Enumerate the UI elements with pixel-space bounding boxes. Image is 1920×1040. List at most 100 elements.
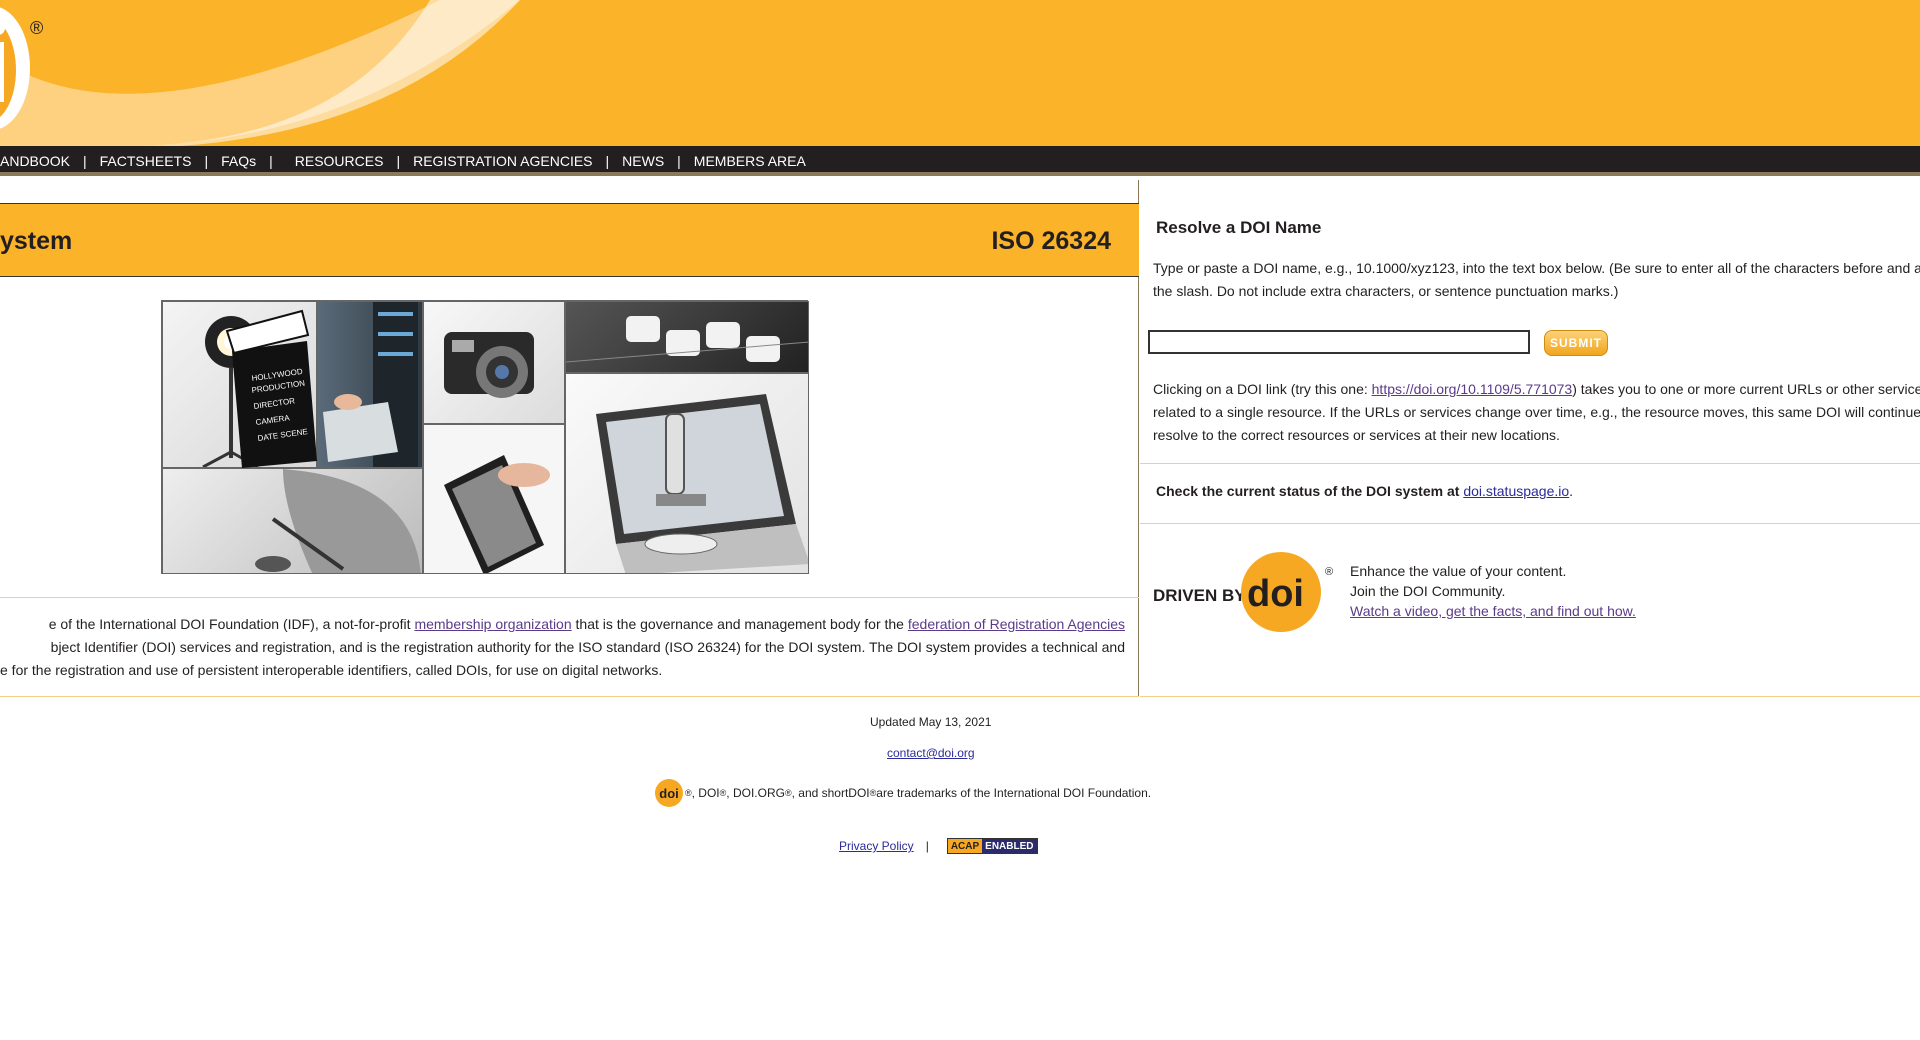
- explanation-line-1: Clicking on a DOI link (try this one: ht…: [1153, 378, 1920, 401]
- intro-line-1: e of the International DOI Foundation (I…: [0, 613, 1125, 636]
- nav-link-resources[interactable]: RESOURCES: [295, 153, 384, 169]
- divider: [0, 597, 1139, 598]
- main-content: ystem ISO 26324 HOLLYWOOD PRODUCTION DIR…: [0, 180, 1139, 697]
- intro-text-segment: e of the International DOI Foundation (I…: [48, 616, 415, 632]
- acap-enabled-label: ENABLED: [982, 839, 1037, 853]
- nav-link-registration-agencies[interactable]: REGISTRATION AGENCIES: [413, 153, 592, 169]
- acap-label: ACAP: [947, 839, 983, 853]
- collage-tile-keys: [565, 301, 809, 373]
- resolve-help-line: the slash. Do not include extra characte…: [1153, 283, 1619, 299]
- explanation-text-segment: ) takes you to one or more current URLs …: [1572, 381, 1920, 397]
- nav-item-handbook[interactable]: ANDBOOK: [0, 153, 70, 169]
- divider: [1140, 696, 1920, 697]
- federation-link[interactable]: federation of Registration Agencies: [908, 616, 1125, 632]
- pitch-line: Join the DOI Community.: [1350, 583, 1506, 599]
- nav-link-members-area[interactable]: MEMBERS AREA: [694, 153, 806, 169]
- registered-mark: ®: [719, 788, 727, 798]
- registered-mark: ®: [30, 18, 44, 38]
- membership-organization-link[interactable]: membership organization: [414, 616, 571, 632]
- status-label: Check the current status of the DOI syst…: [1156, 483, 1464, 499]
- main-nav: ANDBOOK | FACTSHEETS | FAQs | RESOURCES …: [0, 146, 1920, 176]
- registered-mark: ®: [869, 788, 877, 798]
- divider: [0, 696, 1139, 697]
- footer-links: Privacy Policy | ACAP ENABLED: [839, 838, 1038, 854]
- footer-separator: |: [925, 839, 929, 853]
- intro-text: e of the International DOI Foundation (I…: [0, 613, 1125, 682]
- divider: [1140, 463, 1920, 464]
- updated-date: Updated May 13, 2021: [870, 715, 992, 729]
- community-pitch: Enhance the value of your content. Join …: [1350, 561, 1636, 621]
- registered-mark: ®: [1325, 566, 1333, 578]
- collage-tile-satellite: [162, 468, 423, 574]
- nav-separator: |: [396, 153, 401, 169]
- doi-name-input[interactable]: [1148, 330, 1530, 354]
- nav-separator: |: [83, 153, 87, 169]
- nav-item-resources[interactable]: RESOURCES: [295, 153, 384, 169]
- submit-button[interactable]: SUBMIT: [1544, 330, 1608, 356]
- registered-mark: ®: [784, 788, 792, 798]
- system-banner: ystem ISO 26324: [0, 204, 1139, 277]
- doi-mini-logo-icon: doi: [655, 779, 683, 807]
- hero-collage: HOLLYWOOD PRODUCTION DIRECTOR CAMERA DAT…: [161, 300, 809, 574]
- trademark-text: , DOI: [691, 786, 720, 800]
- resolve-instructions: Type or paste a DOI name, e.g., 10.1000/…: [1153, 257, 1920, 303]
- server-laptop-icon: [323, 302, 418, 467]
- nav-separator: |: [269, 153, 273, 169]
- banner-title: ystem: [0, 227, 73, 255]
- status-page-link[interactable]: doi.statuspage.io: [1463, 483, 1569, 499]
- collage-tile-camera: [423, 301, 565, 424]
- nav-item-registration-agencies[interactable]: REGISTRATION AGENCIES: [413, 153, 592, 169]
- nav-item-news[interactable]: NEWS: [622, 153, 664, 169]
- intro-text-segment: that is the governance and management bo…: [571, 616, 908, 632]
- privacy-policy-link[interactable]: Privacy Policy: [839, 839, 914, 853]
- driven-by-text: DRIVEN BY: [1153, 586, 1246, 605]
- acap-enabled-badge[interactable]: ACAP ENABLED: [946, 838, 1038, 854]
- doi-logo-text: doi: [1247, 573, 1304, 615]
- site-header: ®: [0, 0, 1920, 146]
- doi-logo-swoosh: [0, 0, 520, 146]
- trademark-notice: doi ®, DOI ®, DOI.ORG ®, and shortDOI ® are …: [655, 779, 1151, 807]
- resolve-help-line: Type or paste a DOI name, e.g., 10.1000/…: [1153, 260, 1920, 276]
- collage-tile-tablet: [423, 424, 565, 574]
- explanation-text-segment: Clicking on a DOI link (try this one:: [1153, 381, 1372, 397]
- status-suffix: .: [1569, 483, 1574, 499]
- explanation-line-2: related to a single resource. If the URL…: [1153, 404, 1920, 420]
- resolve-doi-title: Resolve a DOI Name: [1156, 218, 1322, 237]
- trademark-text: , and shortDOI: [791, 786, 870, 800]
- driven-by-doi-icon: DRIVEN BY doi ®: [1153, 552, 1333, 632]
- trademark-text: , DOI.ORG: [726, 786, 785, 800]
- explanation-line-3: resolve to the correct resources or serv…: [1153, 427, 1560, 443]
- nav-separator: |: [677, 153, 681, 169]
- intro-line-3: e for the registration and use of persis…: [0, 662, 663, 678]
- nav-item-members-area[interactable]: MEMBERS AREA: [694, 153, 806, 169]
- system-status: Check the current status of the DOI syst…: [1156, 483, 1573, 499]
- driven-by-doi-logo[interactable]: DRIVEN BY doi ®: [1153, 551, 1338, 633]
- registered-mark: ®: [685, 788, 692, 798]
- nav-separator: |: [605, 153, 610, 169]
- contact-email-link[interactable]: contact@doi.org: [887, 746, 975, 760]
- example-doi-link[interactable]: https://doi.org/10.1109/5.771073: [1372, 381, 1573, 397]
- intro-line-2: bject Identifier (DOI) services and regi…: [50, 639, 1125, 655]
- sidebar-panel: Resolve a DOI Name Type or paste a DOI n…: [1140, 180, 1920, 697]
- nav-item-factsheets[interactable]: FACTSHEETS: [100, 153, 192, 169]
- iso-standard-label: ISO 26324: [991, 227, 1111, 255]
- pitch-line: Enhance the value of your content.: [1350, 563, 1567, 579]
- satellite-dish-icon: [255, 469, 421, 573]
- watch-video-link[interactable]: Watch a video, get the facts, and find o…: [1350, 603, 1636, 619]
- tablet-hand-icon: [444, 455, 550, 573]
- clapboard-icon: HOLLYWOOD PRODUCTION DIRECTOR CAMERA DAT…: [225, 309, 317, 468]
- nav-link-factsheets[interactable]: FACTSHEETS: [100, 153, 192, 169]
- divider: [1140, 523, 1920, 524]
- nav-item-faqs[interactable]: FAQs: [221, 153, 256, 169]
- camera-icon: [444, 332, 534, 398]
- nav-link-handbook[interactable]: ANDBOOK: [0, 153, 70, 169]
- collage-tile-clapboard: HOLLYWOOD PRODUCTION DIRECTOR CAMERA DAT…: [222, 301, 317, 468]
- nav-link-faqs[interactable]: FAQs: [221, 153, 256, 169]
- doi-link-explanation: Clicking on a DOI link (try this one: ht…: [1153, 378, 1920, 447]
- keyboard-keys-icon: [566, 316, 808, 363]
- microscope-laptop-icon: [596, 394, 808, 573]
- collage-tile-microscope: [565, 373, 809, 574]
- nav-separator: |: [204, 153, 209, 169]
- collage-tile-server: [317, 301, 423, 468]
- nav-link-news[interactable]: NEWS: [622, 153, 664, 169]
